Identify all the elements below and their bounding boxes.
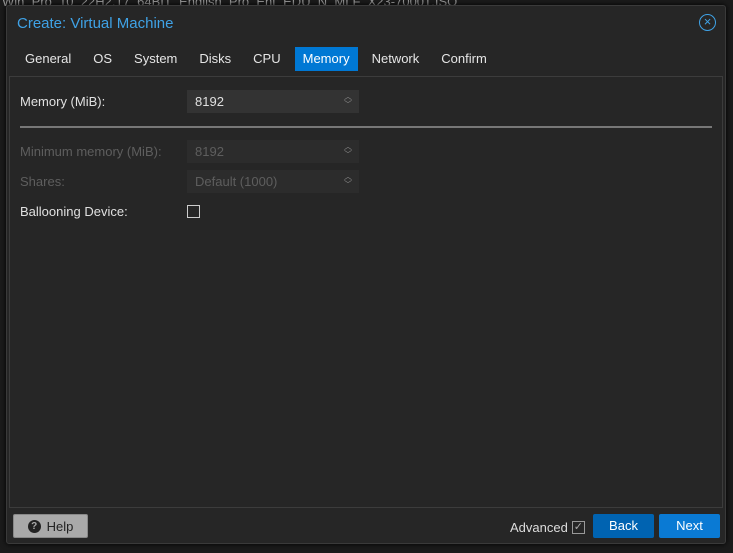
min-memory-label: Minimum memory (MiB): [20,143,162,159]
shares-row: Shares: Default (1000) ︿ ﹀ [20,169,360,193]
tab-memory[interactable]: Memory [294,47,358,71]
shares-label: Shares: [20,173,65,189]
ballooning-label: Ballooning Device: [20,203,128,219]
shares-input: Default (1000) ︿ ﹀ [187,169,359,193]
ballooning-checkbox[interactable] [187,204,200,218]
min-memory-row: Minimum memory (MiB): 8192 ︿ ﹀ [20,139,360,163]
spinner-icon: ︿ ﹀ [344,141,352,159]
min-memory-value: 8192 [195,143,224,159]
shares-placeholder: Default (1000) [195,173,278,189]
spinner-icon: ︿ ﹀ [344,171,352,189]
help-label: Help [46,518,74,534]
dialog-title: Create: Virtual Machine [17,15,174,32]
advanced-label: Advanced [510,520,568,535]
tab-cpu[interactable]: CPU [245,47,288,71]
wizard-tabs: General OS System Disks CPU Memory Netwo… [17,47,501,71]
separator [20,126,712,128]
memory-panel: Memory (MiB): 8192 ︿ ﹀ Minimum memory (MiB… [9,76,723,508]
memory-label: Memory (MiB): [20,93,106,109]
tab-os[interactable]: OS [85,47,120,71]
advanced-toggle[interactable]: Advanced ✓ [510,520,585,535]
ballooning-row: Ballooning Device: [20,200,360,222]
tab-system[interactable]: System [126,47,185,71]
tab-network[interactable]: Network [364,47,428,71]
tab-general[interactable]: General [17,47,79,71]
advanced-checkbox[interactable]: ✓ [571,521,585,534]
help-button[interactable]: ? Help [13,514,88,538]
tab-disks[interactable]: Disks [191,47,239,71]
spinner-icon[interactable]: ︿ ﹀ [344,92,352,109]
memory-input[interactable]: 8192 ︿ ﹀ [187,89,359,113]
min-memory-input: 8192 ︿ ﹀ [187,139,359,163]
tab-confirm[interactable]: Confirm [433,47,495,71]
next-button[interactable]: Next [659,514,720,538]
close-icon[interactable]: × [699,14,716,31]
question-icon: ? [27,519,41,533]
dialog-footer: ? Help Advanced ✓ Back Next [7,512,725,544]
back-button[interactable]: Back [593,514,654,538]
create-vm-dialog: Create: Virtual Machine × General OS Sys… [6,5,726,544]
memory-value: 8192 [195,93,224,109]
memory-row: Memory (MiB): 8192 ︿ ﹀ [20,89,360,113]
